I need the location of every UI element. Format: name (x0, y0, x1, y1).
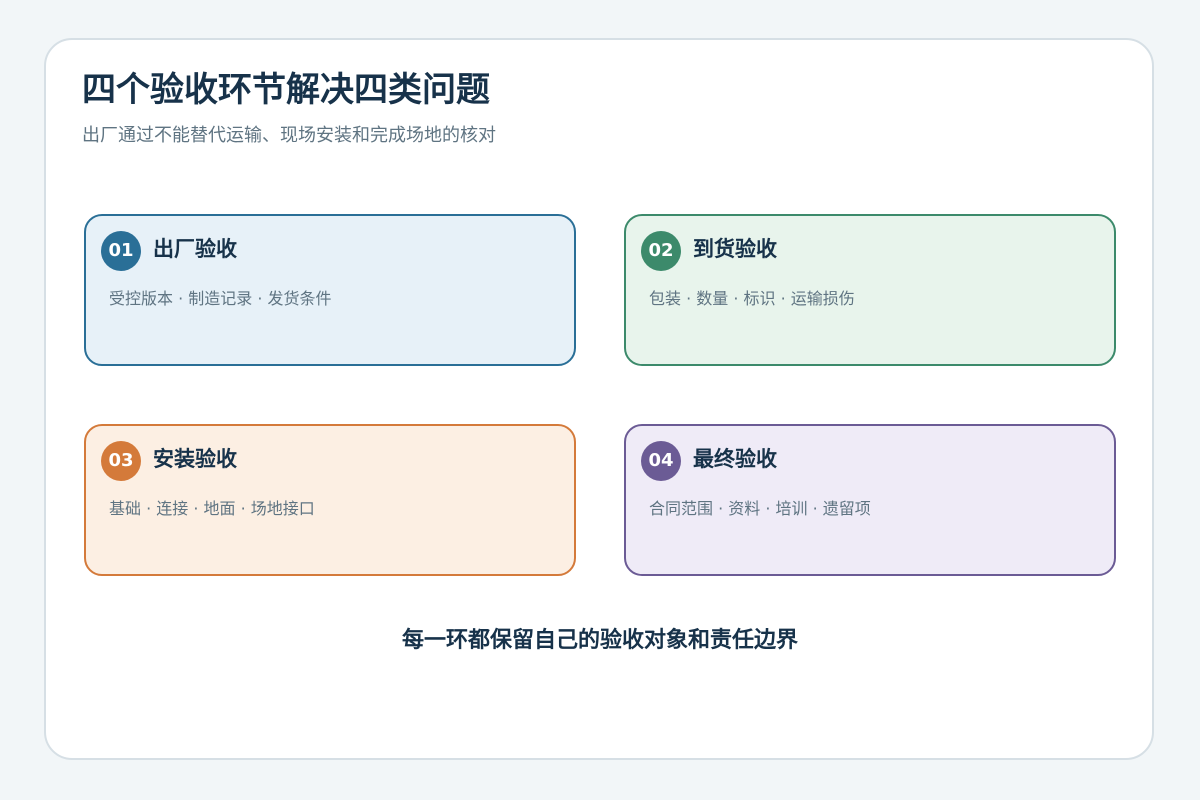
stage-detail: 合同范围 · 资料 · 培训 · 遗留项 (649, 499, 871, 518)
stage-detail: 基础 · 连接 · 地面 · 场地接口 (109, 499, 315, 518)
stage-number-badge: 03 (101, 441, 141, 481)
stage-detail: 受控版本 · 制造记录 · 发货条件 (109, 289, 332, 308)
stage-card-factory: 01 出厂验收 受控版本 · 制造记录 · 发货条件 (84, 214, 576, 366)
stage-title: 安装验收 (153, 447, 237, 471)
stage-card-final: 04 最终验收 合同范围 · 资料 · 培训 · 遗留项 (624, 424, 1116, 576)
stage-card-installation: 03 安装验收 基础 · 连接 · 地面 · 场地接口 (84, 424, 576, 576)
stage-title: 到货验收 (693, 237, 777, 261)
stage-number-badge: 01 (101, 231, 141, 271)
page-subtitle: 出厂通过不能替代运输、现场安装和完成场地的核对 (82, 125, 496, 146)
stage-card-arrival: 02 到货验收 包装 · 数量 · 标识 · 运输损伤 (624, 214, 1116, 366)
page-title: 四个验收环节解决四类问题 (82, 70, 490, 110)
footer-note: 每一环都保留自己的验收对象和责任边界 (401, 628, 798, 653)
stage-title: 出厂验收 (153, 237, 237, 261)
stage-number-badge: 04 (641, 441, 681, 481)
stage-title: 最终验收 (693, 447, 777, 471)
stage-number-badge: 02 (641, 231, 681, 271)
stage-detail: 包装 · 数量 · 标识 · 运输损伤 (649, 289, 855, 308)
